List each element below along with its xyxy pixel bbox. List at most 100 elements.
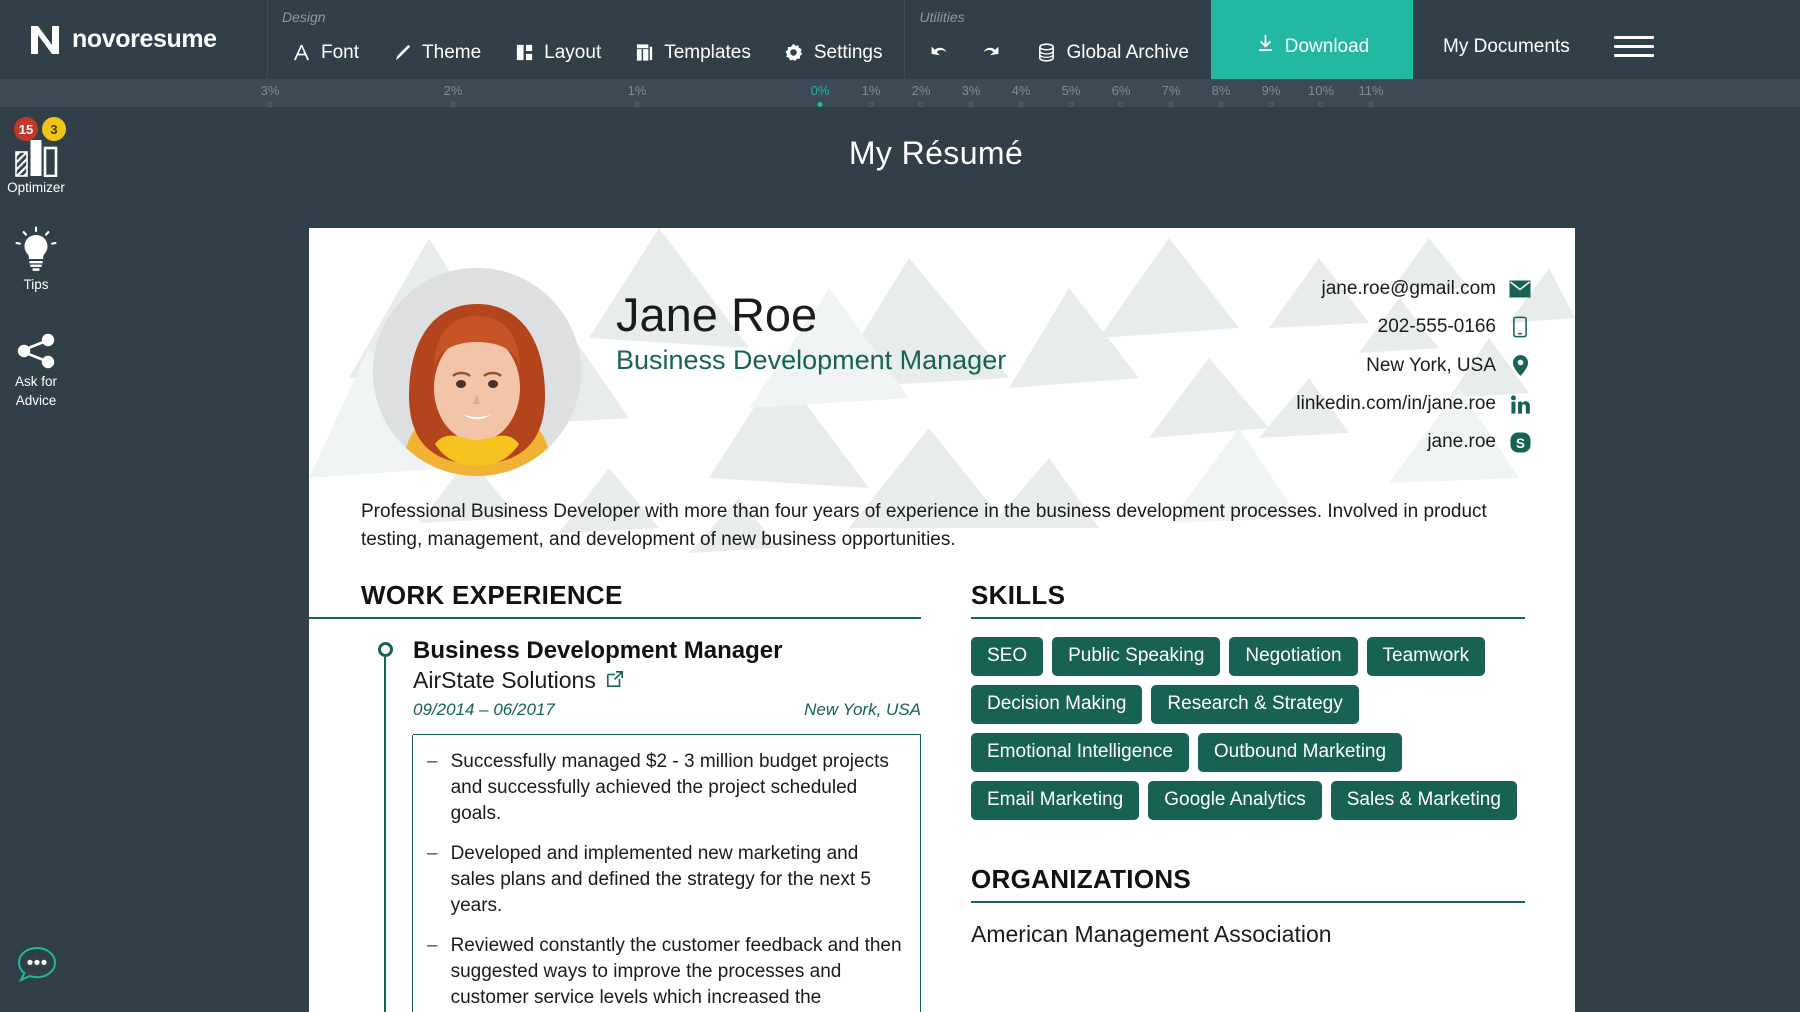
theme-button[interactable]: Theme bbox=[375, 0, 497, 79]
organizations-heading: ORGANIZATIONS bbox=[971, 864, 1525, 901]
sidebar-item-tips[interactable]: Tips bbox=[0, 218, 72, 293]
undo-arrow-icon bbox=[927, 42, 949, 64]
contact-phone-text: 202-555-0166 bbox=[1378, 316, 1496, 338]
skill-tag[interactable]: Sales & Marketing bbox=[1331, 781, 1517, 820]
utilities-group-label: Utilities bbox=[919, 9, 964, 25]
contact-row-email[interactable]: jane.roe@gmail.com bbox=[1296, 278, 1531, 300]
global-archive-label: Global Archive bbox=[1066, 42, 1189, 64]
left-sidebar: 15 3 Optimizer bbox=[0, 107, 72, 1012]
job-company: AirState Solutions bbox=[413, 667, 921, 694]
layout-button[interactable]: Layout bbox=[497, 0, 617, 79]
skill-tag[interactable]: Decision Making bbox=[971, 685, 1142, 724]
database-icon bbox=[1035, 42, 1057, 64]
skills-column: SKILLS SEO Public Speaking Negotiation T… bbox=[971, 580, 1525, 1012]
templates-icon bbox=[633, 42, 655, 64]
contact-row-linkedin[interactable]: linkedin.com/in/jane.roe bbox=[1296, 393, 1531, 415]
ruler-tick-label: 9% bbox=[1262, 83, 1281, 98]
design-tool-group: Design Font Theme Layout bbox=[268, 0, 904, 79]
work-experience-heading: WORK EXPERIENCE bbox=[361, 580, 921, 617]
download-button[interactable]: Download bbox=[1211, 0, 1413, 79]
chat-support-button[interactable] bbox=[14, 942, 60, 988]
linkedin-icon bbox=[1509, 394, 1531, 415]
skype-icon: S bbox=[1509, 432, 1531, 453]
timeline-line bbox=[384, 657, 386, 1012]
job-bullet: – Reviewed constantly the customer feedb… bbox=[427, 933, 904, 1012]
skill-tag[interactable]: Emotional Intelligence bbox=[971, 733, 1189, 772]
font-icon bbox=[290, 42, 312, 64]
ruler-tick-label: 10% bbox=[1308, 83, 1334, 98]
skill-tag[interactable]: Negotiation bbox=[1229, 637, 1357, 676]
gear-icon bbox=[783, 42, 805, 64]
contact-row-phone[interactable]: 202-555-0166 bbox=[1296, 316, 1531, 338]
sidebar-item-ask-for-advice[interactable]: Ask for Advice bbox=[0, 315, 72, 409]
job-bullet: – Successfully managed $2 - 3 million bu… bbox=[427, 749, 904, 827]
skills-tag-list: SEO Public Speaking Negotiation Teamwork… bbox=[971, 637, 1525, 820]
zoom-ruler[interactable]: 3%2%1%0%1%2%3%4%5%6%7%8%9%10%11% bbox=[0, 79, 1800, 107]
optimizer-badge-errors: 15 bbox=[14, 117, 38, 141]
ruler-tick-label: 2% bbox=[444, 83, 463, 98]
bullet-dash-icon: – bbox=[427, 933, 438, 1012]
avatar[interactable] bbox=[373, 268, 581, 476]
redo-button[interactable] bbox=[965, 0, 1019, 79]
skill-tag[interactable]: Public Speaking bbox=[1052, 637, 1220, 676]
job-bullet-text: Developed and implemented new marketing … bbox=[451, 841, 904, 919]
brand-logo[interactable]: novoresume bbox=[0, 0, 268, 79]
templates-button[interactable]: Templates bbox=[617, 0, 767, 79]
skill-tag[interactable]: Google Analytics bbox=[1148, 781, 1322, 820]
skill-tag[interactable]: Teamwork bbox=[1367, 637, 1486, 676]
hamburger-line bbox=[1614, 54, 1654, 57]
location-icon bbox=[1509, 354, 1531, 377]
bullet-dash-icon: – bbox=[427, 841, 438, 919]
email-icon bbox=[1509, 280, 1531, 298]
sidebar-item-advice-label-line1: Ask for bbox=[0, 374, 72, 390]
novoresume-logo-icon bbox=[28, 23, 62, 57]
job-location: New York, USA bbox=[804, 700, 921, 720]
download-icon bbox=[1255, 33, 1276, 60]
settings-button[interactable]: Settings bbox=[767, 0, 899, 79]
external-link-icon[interactable] bbox=[606, 667, 624, 694]
sidebar-item-advice-label-line2: Advice bbox=[0, 393, 72, 409]
page-title: My Résumé bbox=[72, 107, 1800, 172]
optimizer-badges: 15 3 bbox=[14, 117, 66, 141]
ruler-tick-label: 7% bbox=[1162, 83, 1181, 98]
templates-label: Templates bbox=[664, 42, 751, 64]
ruler-tick-label: 1% bbox=[628, 83, 647, 98]
my-documents-button[interactable]: My Documents bbox=[1413, 0, 1600, 79]
contact-location-text: New York, USA bbox=[1366, 355, 1496, 377]
sidebar-item-optimizer[interactable]: 15 3 Optimizer bbox=[0, 121, 72, 196]
ruler-tick-label: 0% bbox=[811, 83, 830, 98]
work-experience-column: WORK EXPERIENCE Business Development Man… bbox=[361, 580, 971, 1012]
resume-summary: Professional Business Developer with mor… bbox=[309, 498, 1575, 554]
contact-row-skype[interactable]: jane.roe S bbox=[1296, 431, 1531, 453]
ruler-tick-label: 8% bbox=[1212, 83, 1231, 98]
resume-page[interactable]: Jane Roe Business Development Manager ja… bbox=[309, 228, 1575, 1012]
brand-name: novoresume bbox=[72, 25, 217, 54]
lightbulb-icon bbox=[0, 218, 72, 274]
ruler-tick-label: 1% bbox=[862, 83, 881, 98]
skill-tag[interactable]: Email Marketing bbox=[971, 781, 1139, 820]
ruler-tick-label: 11% bbox=[1358, 83, 1383, 98]
utilities-tool-group: Utilities Global Archive bbox=[905, 0, 1211, 79]
skill-tag[interactable]: Outbound Marketing bbox=[1198, 733, 1402, 772]
section-rule bbox=[309, 617, 921, 619]
download-label: Download bbox=[1285, 36, 1370, 58]
job-entry[interactable]: Business Development Manager AirState So… bbox=[361, 637, 921, 1012]
svg-text:S: S bbox=[1516, 435, 1525, 450]
hamburger-menu-icon[interactable] bbox=[1600, 0, 1684, 79]
name-block: Jane Roe Business Development Manager bbox=[581, 258, 1296, 476]
bullet-dash-icon: – bbox=[427, 749, 438, 827]
ruler-tick-label: 5% bbox=[1062, 83, 1081, 98]
resume-header: Jane Roe Business Development Manager ja… bbox=[309, 228, 1575, 476]
section-rule bbox=[971, 617, 1525, 619]
settings-label: Settings bbox=[814, 42, 883, 64]
top-toolbar: novoresume Design Font Theme Lay bbox=[0, 0, 1800, 79]
skill-tag[interactable]: SEO bbox=[971, 637, 1043, 676]
ruler-tick-label: 3% bbox=[962, 83, 981, 98]
job-title: Business Development Manager bbox=[413, 637, 921, 665]
resume-name: Jane Roe bbox=[616, 290, 1296, 339]
contact-row-location[interactable]: New York, USA bbox=[1296, 354, 1531, 377]
skill-tag[interactable]: Research & Strategy bbox=[1151, 685, 1358, 724]
design-group-label: Design bbox=[282, 9, 326, 25]
resume-job-title: Business Development Manager bbox=[616, 345, 1296, 376]
global-archive-button[interactable]: Global Archive bbox=[1019, 0, 1205, 79]
